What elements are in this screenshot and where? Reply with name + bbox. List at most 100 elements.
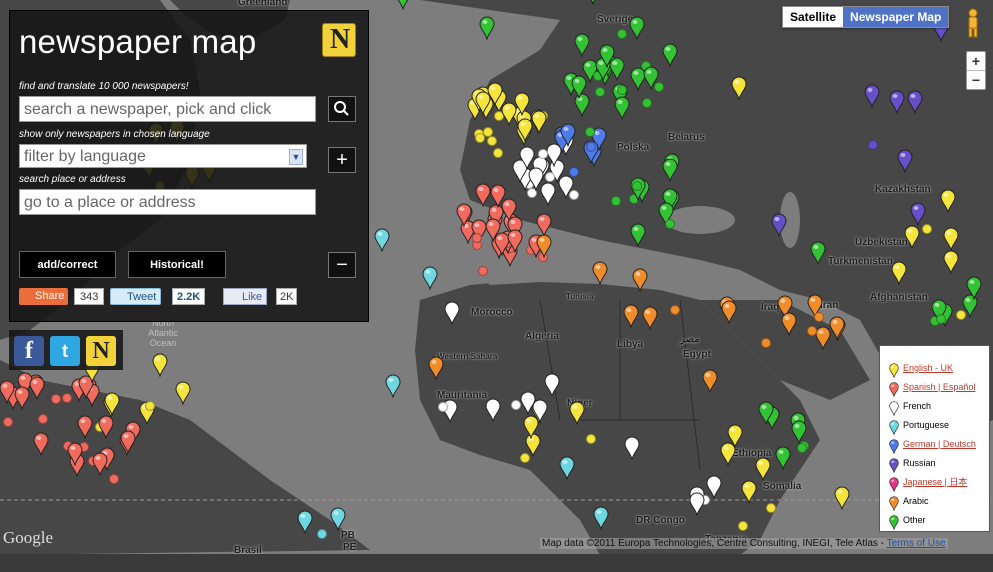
- newspaper-marker[interactable]: [624, 436, 640, 460]
- newspaper-dot[interactable]: [654, 82, 664, 92]
- newspaper-dot[interactable]: [766, 503, 776, 513]
- newspaper-marker[interactable]: [98, 415, 114, 439]
- collapse-panel-button[interactable]: −: [328, 252, 356, 278]
- newspaper-dot[interactable]: [487, 136, 497, 146]
- newspaper-marker[interactable]: [374, 228, 390, 252]
- newspaper-dot[interactable]: [3, 417, 13, 427]
- newspaper-marker[interactable]: [585, 0, 601, 5]
- historical-button[interactable]: Historical!: [128, 251, 226, 278]
- newspaper-marker[interactable]: [943, 227, 959, 251]
- newspaper-marker[interactable]: [558, 175, 574, 199]
- place-search-input[interactable]: go to a place or address: [19, 189, 316, 215]
- newspaper-dot[interactable]: [586, 142, 596, 152]
- newspaper-marker[interactable]: [889, 90, 905, 114]
- twitter-icon[interactable]: t: [50, 336, 80, 366]
- newspaper-marker[interactable]: [834, 486, 850, 510]
- newspaper-marker[interactable]: [175, 381, 191, 405]
- zoom-in-button[interactable]: +: [967, 52, 985, 70]
- newspaper-marker[interactable]: [810, 241, 826, 265]
- newspaper-dot[interactable]: [145, 401, 155, 411]
- newspaper-marker[interactable]: [33, 432, 49, 456]
- newspaper-dot[interactable]: [62, 393, 72, 403]
- newspaper-search-input[interactable]: search a newspaper, pick and click: [19, 96, 316, 122]
- newspaper-marker[interactable]: [385, 374, 401, 398]
- newspaper-marker[interactable]: [592, 261, 608, 285]
- newspaper-marker[interactable]: [904, 225, 920, 249]
- newspaper-marker[interactable]: [92, 452, 108, 476]
- newspaper-marker[interactable]: [771, 213, 787, 237]
- newspaper-marker[interactable]: [943, 250, 959, 274]
- newspaper-marker[interactable]: [395, 0, 411, 10]
- newspaper-marker[interactable]: [940, 189, 956, 213]
- newspaper-marker[interactable]: [428, 356, 444, 380]
- newspaper-marker[interactable]: [574, 33, 590, 57]
- newspaper-dot[interactable]: [617, 29, 627, 39]
- newspaper-dot[interactable]: [761, 338, 771, 348]
- newspaper-marker[interactable]: [731, 76, 747, 100]
- newspaper-marker[interactable]: [891, 261, 907, 285]
- newspaper-marker[interactable]: [791, 420, 807, 444]
- newspaper-marker[interactable]: [758, 401, 774, 425]
- newspaper-marker[interactable]: [966, 276, 982, 300]
- newspaper-dot[interactable]: [317, 529, 327, 539]
- newspaper-dot[interactable]: [936, 314, 946, 324]
- newspaper-marker[interactable]: [897, 149, 913, 173]
- newspaper-marker[interactable]: [422, 266, 438, 290]
- newspaper-marker[interactable]: [907, 90, 923, 114]
- newspaper-marker[interactable]: [741, 480, 757, 504]
- newspaper-dot[interactable]: [38, 414, 48, 424]
- newspaper-dot[interactable]: [438, 402, 448, 412]
- like-button[interactable]: Like: [223, 288, 268, 305]
- newspaper-marker[interactable]: [829, 316, 845, 340]
- newspaper-marker[interactable]: [560, 123, 576, 147]
- newspaper-marker[interactable]: [152, 353, 168, 377]
- newspaper-marker[interactable]: [662, 158, 678, 182]
- zoom-out-button[interactable]: −: [967, 70, 985, 89]
- newspaper-marker[interactable]: [642, 306, 658, 330]
- newspaper-marker[interactable]: [689, 492, 705, 516]
- newspaper-marker[interactable]: [599, 44, 615, 68]
- newspaper-marker[interactable]: [721, 300, 737, 324]
- newspaper-marker[interactable]: [629, 16, 645, 40]
- newspaper-dot[interactable]: [611, 196, 621, 206]
- terms-of-use-link[interactable]: Terms of Use: [887, 538, 946, 549]
- tweet-button[interactable]: Tweet: [110, 288, 162, 305]
- newspaper-dot[interactable]: [868, 140, 878, 150]
- newspaper-marker[interactable]: [444, 301, 460, 325]
- newspaper-marker[interactable]: [475, 91, 491, 115]
- newspaper-dot[interactable]: [665, 219, 675, 229]
- newspaper-dot[interactable]: [642, 98, 652, 108]
- newspaper-dot[interactable]: [493, 148, 503, 158]
- newspaper-marker[interactable]: [720, 442, 736, 466]
- newspaper-marker[interactable]: [0, 380, 15, 404]
- newspaper-marker[interactable]: [593, 506, 609, 530]
- newspaper-marker[interactable]: [540, 182, 556, 206]
- newspaper-map-button[interactable]: Newspaper Map: [843, 7, 949, 27]
- newspaper-dot[interactable]: [617, 85, 627, 95]
- newspaper-marker[interactable]: [864, 84, 880, 108]
- newspaper-marker[interactable]: [490, 184, 506, 208]
- newspaper-dot[interactable]: [595, 87, 605, 97]
- newspaper-marker[interactable]: [536, 234, 552, 258]
- newspaper-marker[interactable]: [29, 376, 45, 400]
- newspaper-marker[interactable]: [485, 398, 501, 422]
- newspaper-marker[interactable]: [77, 415, 93, 439]
- newspaper-marker[interactable]: [67, 442, 83, 466]
- newspaper-dot[interactable]: [472, 233, 482, 243]
- newspaper-marker[interactable]: [532, 399, 548, 423]
- newspaper-marker[interactable]: [456, 203, 472, 227]
- newspaper-dot[interactable]: [51, 394, 61, 404]
- expand-panel-button[interactable]: +: [328, 147, 356, 173]
- newspaper-dot[interactable]: [797, 443, 807, 453]
- newspaper-marker[interactable]: [330, 507, 346, 531]
- newspaper-marker[interactable]: [571, 75, 587, 99]
- newspaper-marker[interactable]: [514, 92, 530, 116]
- newspaper-dot[interactable]: [586, 434, 596, 444]
- newspaper-dot[interactable]: [538, 149, 548, 159]
- search-button[interactable]: [328, 96, 356, 122]
- newspaper-marker[interactable]: [297, 510, 313, 534]
- newspaper-marker[interactable]: [614, 96, 630, 120]
- newspaper-marker[interactable]: [544, 373, 560, 397]
- newspaper-marker[interactable]: [910, 202, 926, 226]
- newspaper-dot[interactable]: [520, 453, 530, 463]
